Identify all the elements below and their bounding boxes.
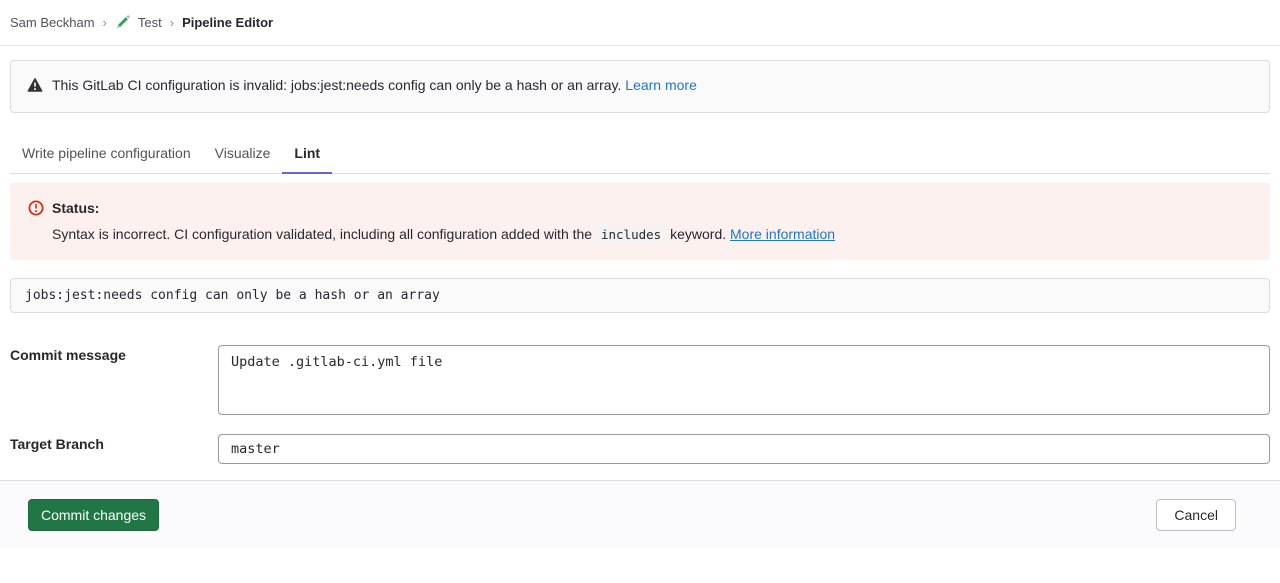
tab-lint[interactable]: Lint <box>282 137 332 174</box>
commit-changes-button[interactable]: Commit changes <box>28 499 159 531</box>
cancel-button[interactable]: Cancel <box>1156 499 1236 531</box>
target-branch-label: Target Branch <box>10 434 218 452</box>
alert-message: This GitLab CI configuration is invalid:… <box>52 76 697 94</box>
learn-more-link[interactable]: Learn more <box>625 77 697 93</box>
breadcrumb: Sam Beckham › Test › Pipeline Editor <box>0 0 1280 46</box>
target-branch-input[interactable] <box>218 434 1270 464</box>
ci-invalid-alert: This GitLab CI configuration is invalid:… <box>10 60 1270 113</box>
commit-message-label: Commit message <box>10 345 218 363</box>
commit-form: Commit message Update .gitlab-ci.yml fil… <box>10 345 1270 464</box>
status-text-before: Syntax is incorrect. CI configuration va… <box>52 226 592 242</box>
breadcrumb-current-page: Pipeline Editor <box>182 15 273 30</box>
commit-actions-bar: Commit changes Cancel <box>0 480 1280 549</box>
pipeline-editor-tabs: Write pipeline configuration Visualize L… <box>10 137 1270 174</box>
lint-status-box: Status: Syntax is incorrect. CI configur… <box>10 183 1270 260</box>
error-circle-icon <box>28 200 44 216</box>
more-information-link[interactable]: More information <box>730 226 835 242</box>
includes-keyword-code: includes <box>596 225 666 244</box>
chevron-right-icon: › <box>170 15 174 30</box>
tab-write-pipeline-configuration[interactable]: Write pipeline configuration <box>10 137 203 174</box>
tab-visualize[interactable]: Visualize <box>203 137 283 174</box>
status-title: Status: <box>52 199 99 217</box>
commit-message-input[interactable]: Update .gitlab-ci.yml file <box>218 345 1270 415</box>
lint-error-output: jobs:jest:needs config can only be a has… <box>10 278 1270 313</box>
status-text-after: keyword. <box>670 226 726 242</box>
project-avatar-pencil-icon <box>115 15 130 30</box>
breadcrumb-project[interactable]: Test <box>138 15 162 30</box>
breadcrumb-namespace[interactable]: Sam Beckham <box>10 15 95 30</box>
warning-icon <box>27 77 43 97</box>
chevron-right-icon: › <box>103 15 107 30</box>
status-message: Syntax is incorrect. CI configuration va… <box>28 225 1252 244</box>
alert-text: This GitLab CI configuration is invalid:… <box>52 77 621 93</box>
